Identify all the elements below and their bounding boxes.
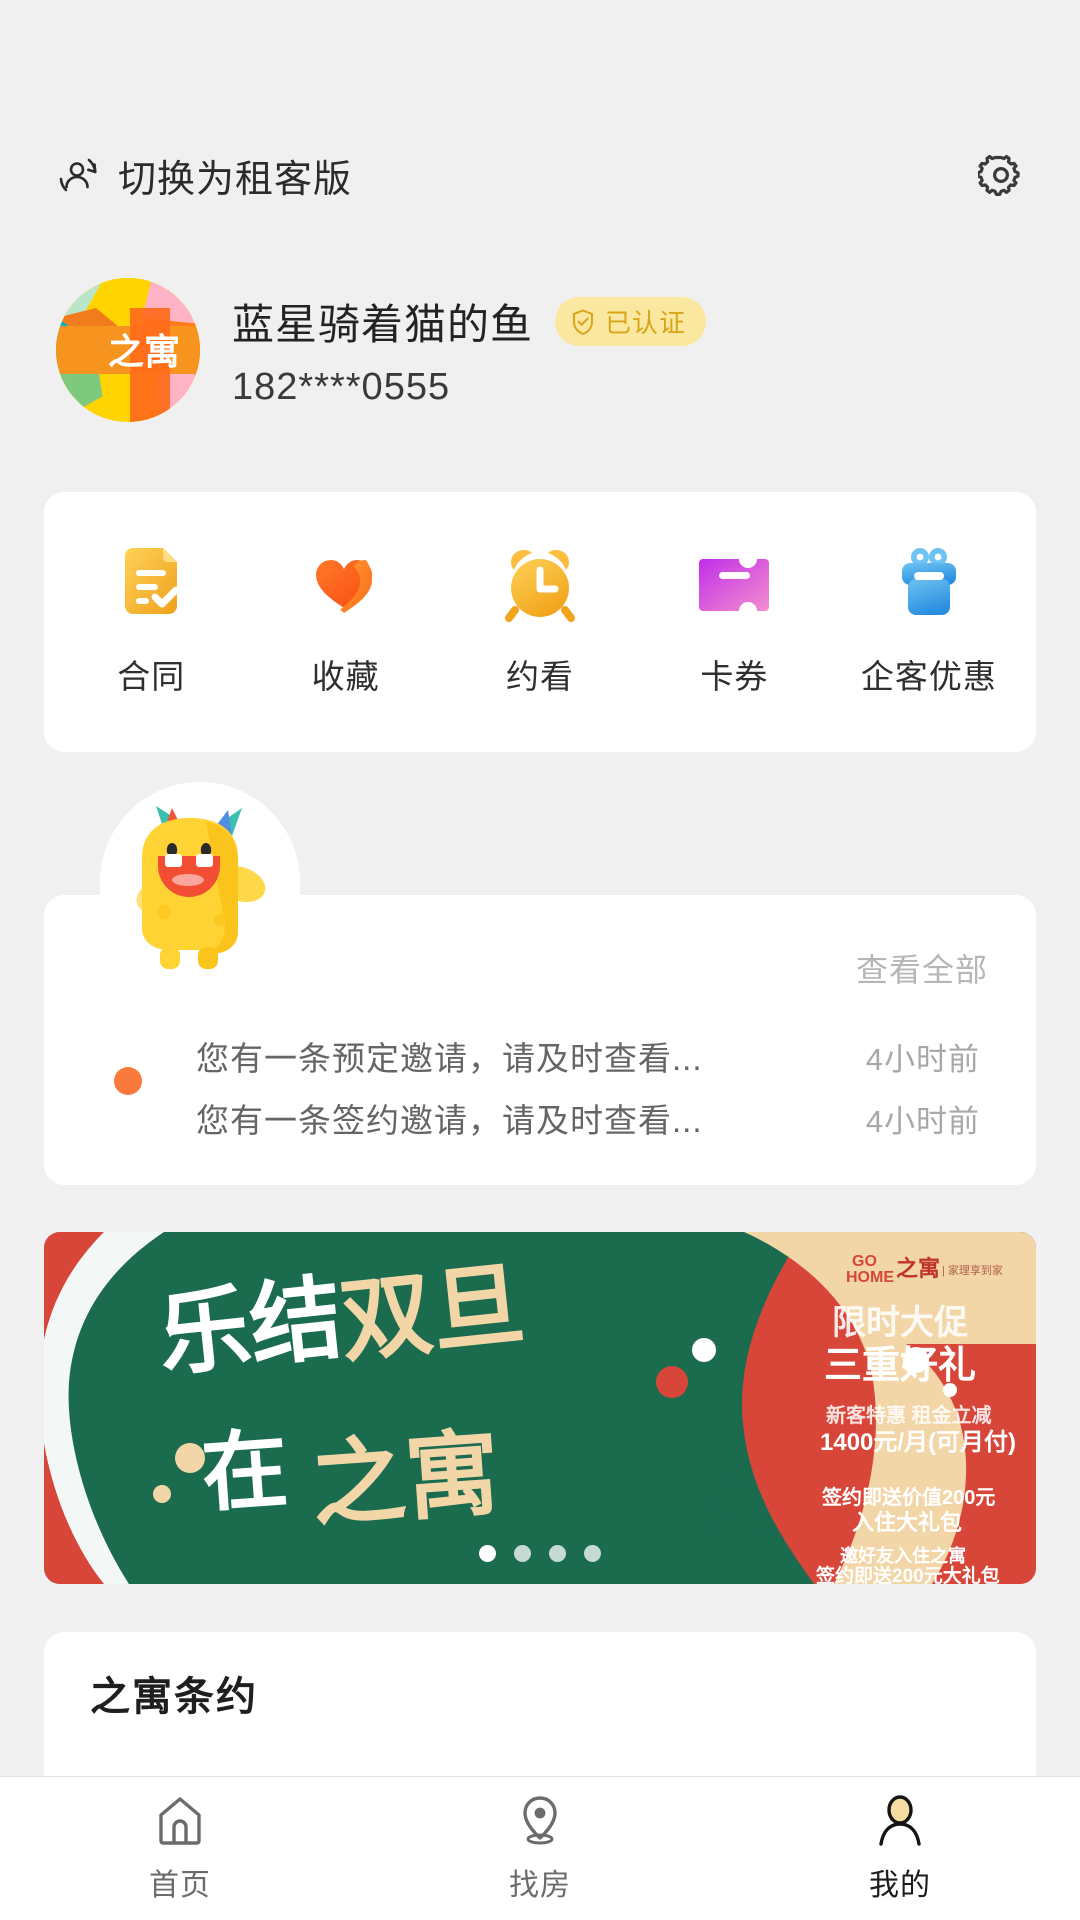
unread-badge <box>114 1067 142 1095</box>
promo-banner[interactable]: 乐结 双旦 在 之寓 GO HOME 之寓 | 家理享到家 限时大促 三重好礼 … <box>44 1232 1036 1584</box>
ticket-icon <box>695 546 773 624</box>
tab-label: 首页 <box>149 1860 211 1904</box>
see-all-link[interactable]: 查看全部 <box>856 945 988 991</box>
gear-icon[interactable] <box>978 152 1024 198</box>
gift-icon <box>890 546 968 624</box>
svg-text:入住大礼包: 入住大礼包 <box>852 1510 962 1535</box>
heart-icon <box>307 546 385 624</box>
svg-text:乐结: 乐结 <box>153 1267 347 1388</box>
quick-action-label: 企客优惠 <box>861 650 997 698</box>
switch-to-tenant-button[interactable]: 切换为租客版 <box>56 148 352 203</box>
tab-mine[interactable]: 我的 <box>720 1794 1080 1904</box>
notification-time: 4小时前 <box>866 1034 980 1079</box>
quick-action-label: 合同 <box>117 650 185 698</box>
notification-text: 您有一条预定邀请，请及时查看... <box>196 1032 866 1080</box>
tab-home[interactable]: 首页 <box>0 1794 360 1904</box>
list-item[interactable]: 您有一条预定邀请，请及时查看... 4小时前 <box>44 1025 1036 1087</box>
avatar[interactable]: 之寓 <box>56 278 200 422</box>
quick-action-label: 收藏 <box>312 650 380 698</box>
yellow-monster-mascot <box>100 782 300 982</box>
avatar-text: 之寓 <box>108 331 180 372</box>
notification-time: 4小时前 <box>866 1096 980 1141</box>
quick-action-contract[interactable]: 合同 <box>54 546 248 698</box>
status-badge-label: 已认证 <box>605 303 686 340</box>
terms-title: 之寓条约 <box>90 1664 258 1722</box>
svg-text:GO: GO <box>852 1253 877 1270</box>
svg-text:之寓: 之寓 <box>308 1420 503 1538</box>
notification-text: 您有一条签约邀请，请及时查看... <box>196 1094 866 1142</box>
user-name: 蓝星骑着猫的鱼 <box>232 291 533 352</box>
svg-text:在: 在 <box>199 1421 291 1523</box>
banner-dot[interactable] <box>584 1545 601 1562</box>
bottom-tab-bar: 首页 找房 我的 <box>0 1776 1080 1920</box>
switch-to-tenant-label: 切换为租客版 <box>118 148 352 203</box>
svg-text:双旦: 双旦 <box>335 1253 529 1374</box>
name-row: 蓝星骑着猫的鱼 已认证 <box>232 291 706 352</box>
svg-text:1400元/月(可月付): 1400元/月(可月付) <box>820 1429 1016 1456</box>
header: 切换为租客版 <box>0 130 1080 220</box>
svg-text:之寓: 之寓 <box>896 1256 940 1281</box>
contract-icon <box>112 546 190 624</box>
profile-section[interactable]: 之寓 蓝星骑着猫的鱼 已认证 182****0555 <box>56 275 1024 425</box>
svg-text:| 家理享到家: | 家理享到家 <box>942 1263 1003 1277</box>
app-screen: 切换为租客版 之寓 <box>0 0 1080 1920</box>
person-icon <box>873 1794 927 1848</box>
quick-action-label: 约看 <box>506 650 574 698</box>
svg-text:签约即送价值200元: 签约即送价值200元 <box>821 1485 995 1509</box>
quick-action-coupons[interactable]: 卡券 <box>637 546 831 698</box>
quick-action-viewing[interactable]: 约看 <box>443 546 637 698</box>
quick-actions-card: 合同 收藏 <box>44 492 1036 752</box>
location-pin-icon <box>513 1794 567 1848</box>
banner-dot[interactable] <box>514 1545 531 1562</box>
phone-number: 182****0555 <box>232 366 706 409</box>
svg-text:新客特惠 租金立减: 新客特惠 租金立减 <box>826 1403 992 1427</box>
list-item[interactable]: 您有一条签约邀请，请及时查看... 4小时前 <box>44 1087 1036 1149</box>
shield-check-icon <box>569 308 597 336</box>
tab-find-house[interactable]: 找房 <box>360 1794 720 1904</box>
home-icon <box>153 1794 207 1848</box>
user-switch-icon <box>56 153 100 197</box>
profile-info: 蓝星骑着猫的鱼 已认证 182****0555 <box>232 291 706 409</box>
quick-action-label: 卡券 <box>700 650 768 698</box>
quick-actions-row: 合同 收藏 <box>44 492 1036 752</box>
svg-text:签约即送200元大礼包: 签约即送200元大礼包 <box>815 1564 1000 1584</box>
svg-text:限时大促: 限时大促 <box>832 1304 968 1342</box>
banner-dot[interactable] <box>549 1545 566 1562</box>
status-badge: 已认证 <box>555 297 706 346</box>
tab-label: 我的 <box>869 1860 931 1904</box>
banner-dot[interactable] <box>479 1545 496 1562</box>
quick-action-favorites[interactable]: 收藏 <box>248 546 442 698</box>
quick-action-enterprise-offers[interactable]: 企客优惠 <box>832 546 1026 698</box>
notifications-list: 您有一条预定邀请，请及时查看... 4小时前 您有一条签约邀请，请及时查看...… <box>44 1025 1036 1149</box>
tab-label: 找房 <box>509 1860 571 1904</box>
svg-text:三重好礼: 三重好礼 <box>824 1345 976 1387</box>
banner-pagination[interactable] <box>44 1545 1036 1562</box>
alarm-clock-icon <box>501 546 579 624</box>
svg-text:HOME: HOME <box>846 1269 894 1286</box>
